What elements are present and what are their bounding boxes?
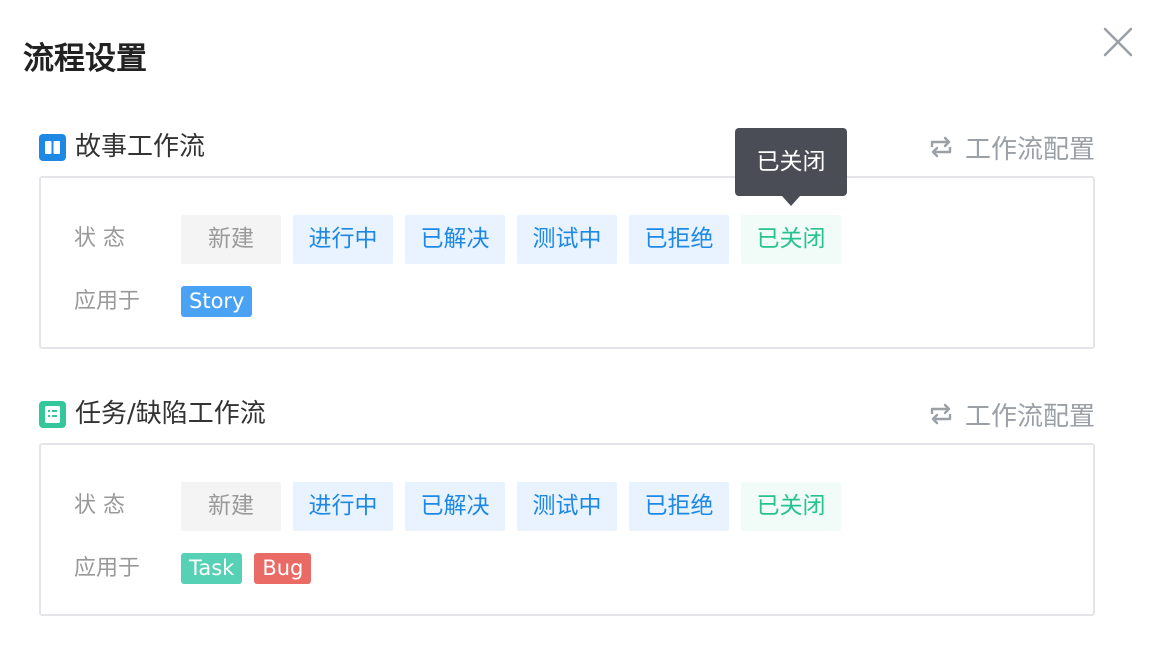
- refresh-icon: [930, 403, 952, 425]
- type-tags: Story: [181, 286, 253, 317]
- checklist-icon: [39, 401, 66, 428]
- config-link-label: 工作流配置: [964, 401, 1095, 432]
- section-header: 故事工作流 工作流配置: [39, 124, 1095, 170]
- status-list: 新建 进行中 已解决 测试中 已拒绝 已关闭: [181, 482, 841, 531]
- workflow-config-link[interactable]: 工作流配置: [927, 395, 1095, 433]
- status-chip-new[interactable]: 新建: [181, 482, 281, 531]
- section-title: 故事工作流: [75, 132, 206, 162]
- book-icon: [39, 134, 66, 161]
- workflow-card: 状 态 新建 进行中 已解决 测试中 已拒绝 已关闭 应用于 Story: [39, 176, 1095, 349]
- tag-bug: Bug: [254, 553, 312, 584]
- workflow-card: 状 态 新建 进行中 已解决 测试中 已拒绝 已关闭 应用于 Task Bug: [39, 443, 1095, 616]
- workflow-settings-dialog: 流程设置 故事工作流 工作流配置 状 态 新建 进行中 已解决 测试中 已拒绝 …: [0, 0, 1154, 658]
- dialog-title: 流程设置: [23, 41, 147, 77]
- tag-story: Story: [181, 286, 253, 317]
- section-title: 任务/缺陷工作流: [75, 399, 266, 429]
- close-button[interactable]: [1100, 24, 1136, 60]
- status-chip-resolved[interactable]: 已解决: [405, 482, 505, 531]
- status-chip-rejected[interactable]: 已拒绝: [629, 215, 729, 264]
- workflow-config-link[interactable]: 工作流配置: [927, 128, 1095, 166]
- applies-to-label: 应用于: [74, 556, 141, 581]
- status-tooltip: 已关闭: [735, 128, 847, 206]
- status-label: 状 态: [74, 493, 125, 518]
- status-chip-testing[interactable]: 测试中: [517, 482, 617, 531]
- status-chip-rejected[interactable]: 已拒绝: [629, 482, 729, 531]
- status-chip-new[interactable]: 新建: [181, 215, 281, 264]
- status-chip-resolved[interactable]: 已解决: [405, 215, 505, 264]
- status-chip-closed[interactable]: 已关闭: [741, 482, 841, 531]
- story-workflow-section: 故事工作流 工作流配置 状 态 新建 进行中 已解决 测试中 已拒绝 已关闭 应…: [39, 124, 1095, 349]
- refresh-icon: [930, 136, 952, 158]
- type-tags: Task Bug: [181, 553, 312, 584]
- applies-to-label: 应用于: [74, 289, 141, 314]
- config-link-label: 工作流配置: [964, 134, 1095, 165]
- tag-task: Task: [181, 553, 243, 584]
- status-list: 新建 进行中 已解决 测试中 已拒绝 已关闭: [181, 215, 841, 264]
- status-label: 状 态: [74, 226, 125, 251]
- task-bug-workflow-section: 任务/缺陷工作流 工作流配置 状 态 新建 进行中 已解决 测试中 已拒绝 已关…: [39, 391, 1095, 616]
- status-chip-in-progress[interactable]: 进行中: [293, 482, 393, 531]
- close-icon: [1103, 27, 1133, 57]
- section-header: 任务/缺陷工作流 工作流配置: [39, 391, 1095, 437]
- status-chip-closed[interactable]: 已关闭: [741, 215, 841, 264]
- status-chip-in-progress[interactable]: 进行中: [293, 215, 393, 264]
- status-chip-testing[interactable]: 测试中: [517, 215, 617, 264]
